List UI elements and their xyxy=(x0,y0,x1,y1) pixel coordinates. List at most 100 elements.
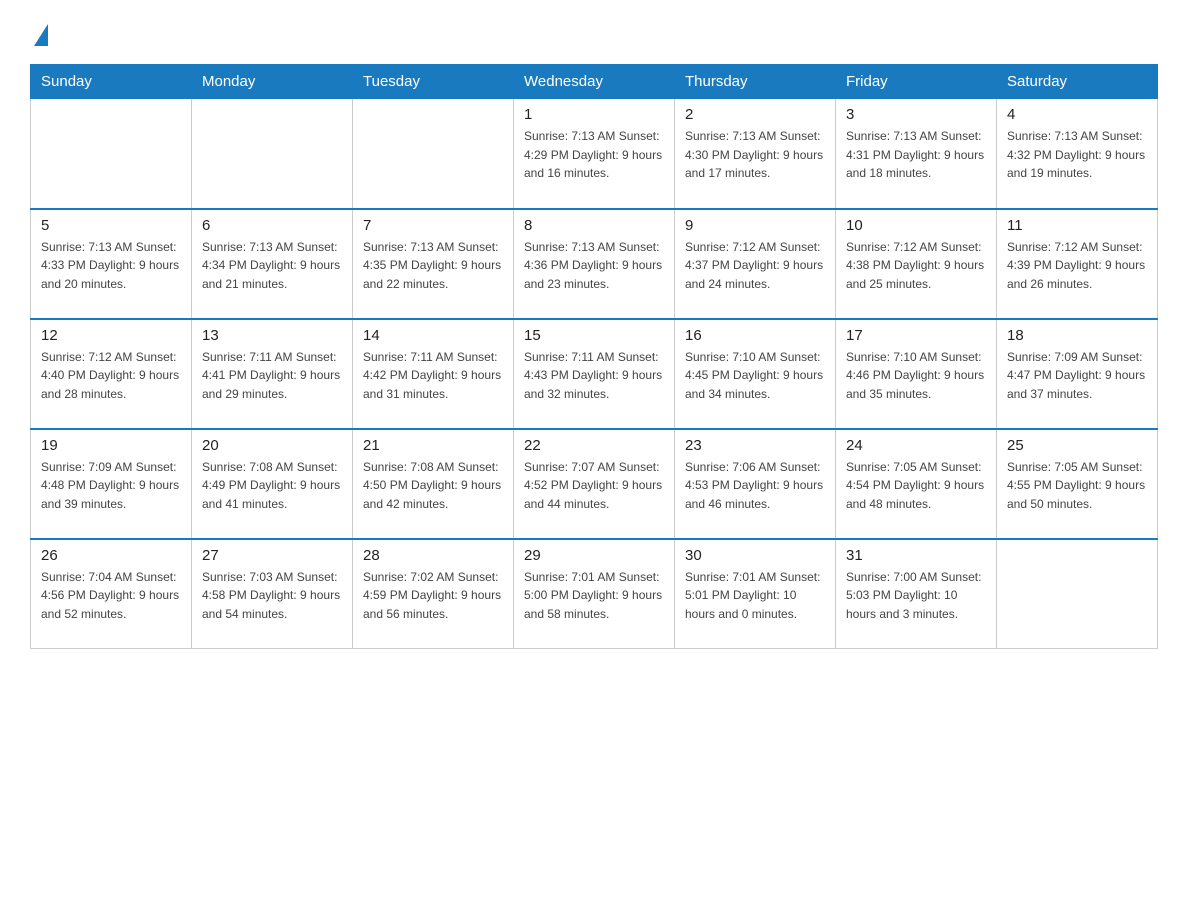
calendar-cell xyxy=(192,99,353,209)
page-header xyxy=(30,20,1158,46)
calendar-cell: 20 Sunrise: 7:08 AM Sunset: 4:49 PM Dayli… xyxy=(192,429,353,539)
day-info: Sunrise: 7:11 AM Sunset: 4:41 PM Dayligh… xyxy=(202,348,342,404)
day-number: 6 xyxy=(202,217,342,234)
calendar-cell: 13 Sunrise: 7:11 AM Sunset: 4:41 PM Dayli… xyxy=(192,319,353,429)
day-number: 13 xyxy=(202,327,342,344)
day-info: Sunrise: 7:00 AM Sunset: 5:03 PM Dayligh… xyxy=(846,568,986,624)
calendar-cell: 27 Sunrise: 7:03 AM Sunset: 4:58 PM Dayli… xyxy=(192,539,353,649)
day-info: Sunrise: 7:12 AM Sunset: 4:40 PM Dayligh… xyxy=(41,348,181,404)
header-saturday: Saturday xyxy=(997,65,1158,99)
header-tuesday: Tuesday xyxy=(353,65,514,99)
day-info: Sunrise: 7:13 AM Sunset: 4:32 PM Dayligh… xyxy=(1007,127,1147,183)
calendar-cell: 5 Sunrise: 7:13 AM Sunset: 4:33 PM Daylig… xyxy=(31,209,192,319)
calendar-cell: 14 Sunrise: 7:11 AM Sunset: 4:42 PM Dayli… xyxy=(353,319,514,429)
day-number: 2 xyxy=(685,106,825,123)
day-info: Sunrise: 7:05 AM Sunset: 4:54 PM Dayligh… xyxy=(846,458,986,514)
logo xyxy=(30,20,48,46)
calendar-header-row: SundayMondayTuesdayWednesdayThursdayFrid… xyxy=(31,65,1158,99)
day-info: Sunrise: 7:01 AM Sunset: 5:01 PM Dayligh… xyxy=(685,568,825,624)
day-number: 18 xyxy=(1007,327,1147,344)
calendar-cell: 26Sunrise: 7:04 AM Sunset: 4:56 PM Dayli… xyxy=(31,539,192,649)
day-info: Sunrise: 7:02 AM Sunset: 4:59 PM Dayligh… xyxy=(363,568,503,624)
day-info: Sunrise: 7:13 AM Sunset: 4:36 PM Dayligh… xyxy=(524,238,664,294)
calendar-cell: 3Sunrise: 7:13 AM Sunset: 4:31 PM Daylig… xyxy=(836,99,997,209)
calendar-cell: 7Sunrise: 7:13 AM Sunset: 4:35 PM Daylig… xyxy=(353,209,514,319)
calendar-cell xyxy=(997,539,1158,649)
calendar-week-row: 26Sunrise: 7:04 AM Sunset: 4:56 PM Dayli… xyxy=(31,539,1158,649)
day-info: Sunrise: 7:10 AM Sunset: 4:46 PM Dayligh… xyxy=(846,348,986,404)
day-info: Sunrise: 7:05 AM Sunset: 4:55 PM Dayligh… xyxy=(1007,458,1147,514)
day-number: 28 xyxy=(363,547,503,564)
day-number: 10 xyxy=(846,217,986,234)
calendar-cell: 30 Sunrise: 7:01 AM Sunset: 5:01 PM Dayli… xyxy=(675,539,836,649)
calendar-table: SundayMondayTuesdayWednesdayThursdayFrid… xyxy=(30,64,1158,649)
day-number: 16 xyxy=(685,327,825,344)
header-friday: Friday xyxy=(836,65,997,99)
calendar-cell: 8 Sunrise: 7:13 AM Sunset: 4:36 PM Daylig… xyxy=(514,209,675,319)
calendar-cell xyxy=(353,99,514,209)
day-number: 5 xyxy=(41,217,181,234)
calendar-cell: 31 Sunrise: 7:00 AM Sunset: 5:03 PM Dayli… xyxy=(836,539,997,649)
calendar-cell: 2 Sunrise: 7:13 AM Sunset: 4:30 PM Daylig… xyxy=(675,99,836,209)
day-number: 3 xyxy=(846,106,986,123)
day-number: 17 xyxy=(846,327,986,344)
day-info: Sunrise: 7:11 AM Sunset: 4:42 PM Dayligh… xyxy=(363,348,503,404)
day-number: 24 xyxy=(846,437,986,454)
day-number: 4 xyxy=(1007,106,1147,123)
day-number: 9 xyxy=(685,217,825,234)
calendar-cell: 16 Sunrise: 7:10 AM Sunset: 4:45 PM Dayli… xyxy=(675,319,836,429)
day-number: 15 xyxy=(524,327,664,344)
day-info: Sunrise: 7:07 AM Sunset: 4:52 PM Dayligh… xyxy=(524,458,664,514)
day-info: Sunrise: 7:09 AM Sunset: 4:47 PM Dayligh… xyxy=(1007,348,1147,404)
calendar-cell: 12 Sunrise: 7:12 AM Sunset: 4:40 PM Dayli… xyxy=(31,319,192,429)
day-number: 19 xyxy=(41,437,181,454)
day-number: 29 xyxy=(524,547,664,564)
day-info: Sunrise: 7:12 AM Sunset: 4:37 PM Dayligh… xyxy=(685,238,825,294)
day-info: Sunrise: 7:13 AM Sunset: 4:34 PM Dayligh… xyxy=(202,238,342,294)
day-number: 8 xyxy=(524,217,664,234)
day-info: Sunrise: 7:13 AM Sunset: 4:33 PM Dayligh… xyxy=(41,238,181,294)
day-number: 27 xyxy=(202,547,342,564)
day-info: Sunrise: 7:08 AM Sunset: 4:49 PM Dayligh… xyxy=(202,458,342,514)
day-number: 14 xyxy=(363,327,503,344)
day-number: 21 xyxy=(363,437,503,454)
calendar-cell: 1 Sunrise: 7:13 AM Sunset: 4:29 PM Daylig… xyxy=(514,99,675,209)
calendar-week-row: 12 Sunrise: 7:12 AM Sunset: 4:40 PM Dayli… xyxy=(31,319,1158,429)
calendar-cell: 18 Sunrise: 7:09 AM Sunset: 4:47 PM Dayli… xyxy=(997,319,1158,429)
day-info: Sunrise: 7:04 AM Sunset: 4:56 PM Dayligh… xyxy=(41,568,181,624)
calendar-week-row: 19 Sunrise: 7:09 AM Sunset: 4:48 PM Dayli… xyxy=(31,429,1158,539)
day-info: Sunrise: 7:09 AM Sunset: 4:48 PM Dayligh… xyxy=(41,458,181,514)
day-number: 20 xyxy=(202,437,342,454)
header-monday: Monday xyxy=(192,65,353,99)
day-number: 22 xyxy=(524,437,664,454)
day-info: Sunrise: 7:13 AM Sunset: 4:29 PM Dayligh… xyxy=(524,127,664,183)
day-number: 30 xyxy=(685,547,825,564)
day-number: 31 xyxy=(846,547,986,564)
day-info: Sunrise: 7:13 AM Sunset: 4:35 PM Dayligh… xyxy=(363,238,503,294)
header-thursday: Thursday xyxy=(675,65,836,99)
day-info: Sunrise: 7:10 AM Sunset: 4:45 PM Dayligh… xyxy=(685,348,825,404)
calendar-cell: 23Sunrise: 7:06 AM Sunset: 4:53 PM Dayli… xyxy=(675,429,836,539)
header-sunday: Sunday xyxy=(31,65,192,99)
calendar-cell: 29 Sunrise: 7:01 AM Sunset: 5:00 PM Dayli… xyxy=(514,539,675,649)
day-info: Sunrise: 7:12 AM Sunset: 4:39 PM Dayligh… xyxy=(1007,238,1147,294)
day-info: Sunrise: 7:08 AM Sunset: 4:50 PM Dayligh… xyxy=(363,458,503,514)
logo-triangle-icon xyxy=(34,24,48,46)
calendar-cell: 6 Sunrise: 7:13 AM Sunset: 4:34 PM Daylig… xyxy=(192,209,353,319)
calendar-cell: 24 Sunrise: 7:05 AM Sunset: 4:54 PM Dayli… xyxy=(836,429,997,539)
day-info: Sunrise: 7:06 AM Sunset: 4:53 PM Dayligh… xyxy=(685,458,825,514)
calendar-cell: 9 Sunrise: 7:12 AM Sunset: 4:37 PM Daylig… xyxy=(675,209,836,319)
calendar-cell: 22 Sunrise: 7:07 AM Sunset: 4:52 PM Dayli… xyxy=(514,429,675,539)
day-info: Sunrise: 7:11 AM Sunset: 4:43 PM Dayligh… xyxy=(524,348,664,404)
day-number: 1 xyxy=(524,106,664,123)
calendar-cell: 11Sunrise: 7:12 AM Sunset: 4:39 PM Dayli… xyxy=(997,209,1158,319)
calendar-week-row: 5 Sunrise: 7:13 AM Sunset: 4:33 PM Daylig… xyxy=(31,209,1158,319)
calendar-week-row: 1 Sunrise: 7:13 AM Sunset: 4:29 PM Daylig… xyxy=(31,99,1158,209)
calendar-cell: 19 Sunrise: 7:09 AM Sunset: 4:48 PM Dayli… xyxy=(31,429,192,539)
day-info: Sunrise: 7:01 AM Sunset: 5:00 PM Dayligh… xyxy=(524,568,664,624)
day-info: Sunrise: 7:13 AM Sunset: 4:30 PM Dayligh… xyxy=(685,127,825,183)
day-info: Sunrise: 7:03 AM Sunset: 4:58 PM Dayligh… xyxy=(202,568,342,624)
day-number: 12 xyxy=(41,327,181,344)
calendar-cell: 10Sunrise: 7:12 AM Sunset: 4:38 PM Dayli… xyxy=(836,209,997,319)
calendar-cell: 15 Sunrise: 7:11 AM Sunset: 4:43 PM Dayli… xyxy=(514,319,675,429)
